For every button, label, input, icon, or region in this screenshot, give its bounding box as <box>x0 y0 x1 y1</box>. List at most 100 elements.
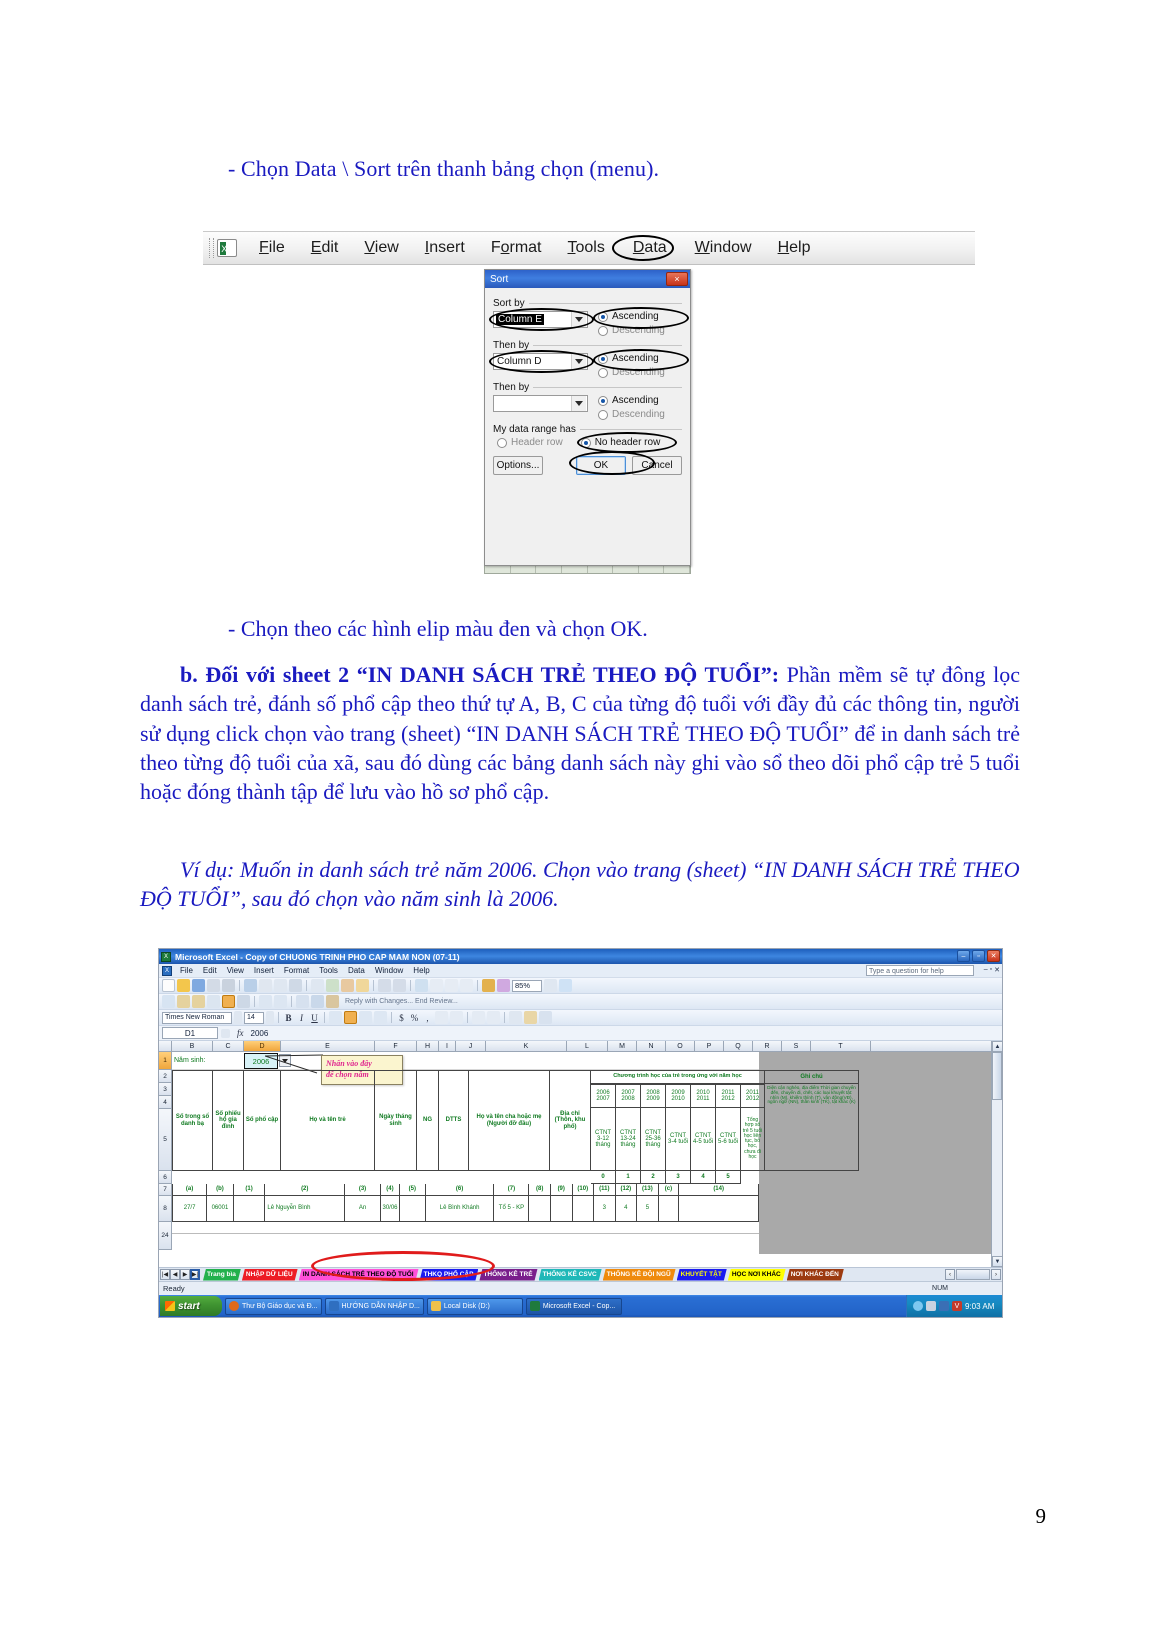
font-color-button[interactable] <box>539 1011 552 1024</box>
sheet-tab-thong-ke-tre[interactable]: THỐNG KÊ TRẺ <box>479 1269 537 1281</box>
previous-comment-icon[interactable] <box>177 995 190 1008</box>
row-header-3[interactable]: 3 <box>159 1083 172 1096</box>
align-left-button[interactable] <box>329 1011 342 1024</box>
save-icon[interactable] <box>192 979 205 992</box>
row-header-2[interactable]: 2 <box>159 1070 172 1083</box>
update-file-icon[interactable] <box>311 995 324 1008</box>
show-all-comments-icon[interactable] <box>222 995 235 1008</box>
column-header-P[interactable]: P <box>695 1041 724 1051</box>
menu-item-format[interactable]: Format <box>279 966 314 975</box>
reviewing-toolbar-label[interactable]: Reply with Changes... End Review... <box>345 998 458 1005</box>
hscroll-right-button[interactable]: › <box>991 1269 1001 1280</box>
sheet-tab-hoc-noi-khac[interactable]: HỌC NƠI KHÁC <box>728 1269 786 1281</box>
taskbar-item-local-disk[interactable]: Local Disk (D:) <box>426 1297 523 1315</box>
tray-network-icon[interactable] <box>913 1301 923 1311</box>
sheet-tab-khuyet-tat[interactable]: KHUYẾT TẬT <box>677 1269 727 1281</box>
show-comment-icon[interactable] <box>207 995 220 1008</box>
merge-center-button[interactable] <box>374 1011 387 1024</box>
column-header-J[interactable]: J <box>456 1041 486 1051</box>
italic-button[interactable]: I <box>296 1013 307 1023</box>
last-sheet-button[interactable]: ▶| <box>190 1269 200 1280</box>
close-icon[interactable]: ✕ <box>987 950 1000 962</box>
fill-color-button[interactable] <box>524 1011 537 1024</box>
menu-item-tools[interactable]: Tools <box>555 236 618 260</box>
zoom-combo[interactable]: 85% <box>512 979 542 992</box>
formula-bar-value[interactable]: 2006 <box>251 1029 269 1038</box>
column-header-L[interactable]: L <box>567 1041 608 1051</box>
sort-by-combo[interactable]: Column E <box>493 311 588 328</box>
header-row-radio[interactable]: Header row <box>497 437 563 448</box>
row-header-5[interactable]: 5 <box>159 1109 172 1171</box>
row-header-1[interactable]: 1 <box>159 1052 172 1070</box>
create-task-icon[interactable] <box>296 995 309 1008</box>
taskbar-item-email[interactable]: Thư Bộ Giáo dục và Đ... <box>225 1297 322 1315</box>
start-button[interactable]: start <box>160 1296 222 1316</box>
menu-item-format[interactable]: Format <box>478 236 555 260</box>
taskbar-item-excel[interactable]: Microsoft Excel - Cop... <box>525 1297 622 1315</box>
column-header-D[interactable]: D <box>244 1041 281 1051</box>
sort-by-descending-radio[interactable]: Descending <box>598 325 665 336</box>
scroll-up-button[interactable]: ▲ <box>992 1041 1002 1052</box>
hscroll-left-button[interactable]: ‹ <box>945 1269 955 1280</box>
print-preview-icon[interactable] <box>244 979 257 992</box>
chevron-down-icon[interactable] <box>571 396 586 411</box>
format-painter-icon[interactable] <box>356 979 369 992</box>
font-name-dropdown-icon[interactable] <box>234 1011 242 1024</box>
redo-icon[interactable] <box>393 979 406 992</box>
vertical-scrollbar[interactable]: ▲ ▼ <box>991 1041 1002 1267</box>
bold-button[interactable]: B <box>283 1013 294 1023</box>
increase-decimal-button[interactable] <box>435 1011 448 1024</box>
taskbar-clock[interactable]: 9:03 AM <box>965 1302 994 1311</box>
sort-by-ascending-radio[interactable]: Ascending <box>598 311 665 322</box>
menu-item-insert[interactable]: Insert <box>412 236 478 260</box>
menu-item-view[interactable]: View <box>351 236 411 260</box>
column-header-M[interactable]: M <box>608 1041 637 1051</box>
doc-close-icon[interactable]: ✕ <box>994 966 1000 974</box>
sheet-tab-thkq-pho-cap[interactable]: THKQ PHỔ CẬP <box>420 1269 479 1281</box>
menu-item-file[interactable]: File <box>246 236 298 260</box>
chevron-down-icon[interactable] <box>571 354 586 369</box>
tray-volume-icon[interactable] <box>939 1301 949 1311</box>
ask-a-question-input[interactable]: Type a question for help <box>866 965 974 976</box>
next-comment-icon[interactable] <box>192 995 205 1008</box>
cell-B1-label[interactable]: Năm sinh: <box>172 1052 244 1070</box>
column-header-C[interactable]: C <box>213 1041 244 1051</box>
tray-vietkey-icon[interactable]: V <box>952 1301 962 1311</box>
sort-asc-icon[interactable] <box>445 979 458 992</box>
next-sheet-button[interactable]: ▶ <box>180 1269 190 1280</box>
paste-icon[interactable] <box>341 979 354 992</box>
row-header-24[interactable]: 24 <box>159 1222 172 1250</box>
scroll-down-button[interactable]: ▼ <box>992 1256 1002 1267</box>
undo-icon[interactable] <box>378 979 391 992</box>
chevron-down-icon[interactable] <box>571 312 586 327</box>
cancel-button[interactable]: Cancel <box>632 456 682 475</box>
align-center-button[interactable] <box>344 1011 357 1024</box>
send-to-mail-icon[interactable] <box>326 995 339 1008</box>
help-icon[interactable] <box>559 979 572 992</box>
table-row-partial[interactable] <box>172 1222 759 1234</box>
column-header-R[interactable]: R <box>753 1041 782 1051</box>
menu-item-window[interactable]: Window <box>682 236 765 260</box>
menu-item-edit[interactable]: Edit <box>198 966 222 975</box>
menu-item-view[interactable]: View <box>222 966 249 975</box>
then-by-1-combo[interactable]: Column D <box>493 353 588 370</box>
print-icon[interactable] <box>222 979 235 992</box>
hyperlink-icon[interactable] <box>415 979 428 992</box>
name-box[interactable]: D1 <box>162 1027 218 1039</box>
column-header-K[interactable]: K <box>486 1041 567 1051</box>
sheet-tab-trang-bia[interactable]: Trang bìa <box>203 1269 241 1281</box>
table-row[interactable]: 27/7 06001 Lê Nguyễn Bình An 30/06 Lê Bì… <box>172 1196 759 1222</box>
menu-item-window[interactable]: Window <box>370 966 408 975</box>
first-sheet-button[interactable]: |◀ <box>160 1269 170 1280</box>
increase-indent-button[interactable] <box>487 1011 500 1024</box>
spelling-icon[interactable] <box>274 979 287 992</box>
percent-button[interactable]: % <box>409 1013 420 1023</box>
column-header-I[interactable]: I <box>439 1041 456 1051</box>
menu-item-insert[interactable]: Insert <box>249 966 279 975</box>
horizontal-scrollbar[interactable]: ‹ › <box>945 1269 1001 1280</box>
menu-item-data[interactable]: Data <box>611 235 682 261</box>
chart-wizard-icon[interactable] <box>482 979 495 992</box>
menu-item-tools[interactable]: Tools <box>314 966 343 975</box>
sheet-tab-noi-khac-den[interactable]: NƠI KHÁC ĐẾN <box>787 1269 844 1281</box>
column-header-extra[interactable] <box>871 1041 1002 1051</box>
